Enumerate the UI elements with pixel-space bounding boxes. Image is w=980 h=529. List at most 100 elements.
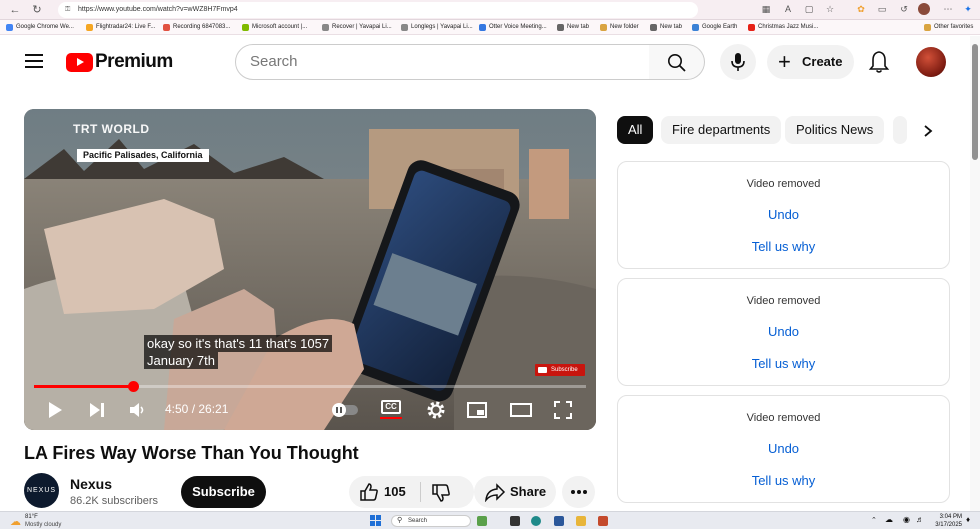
like-icon[interactable] [358, 481, 380, 503]
more-actions-button[interactable] [562, 476, 595, 508]
video-title: LA Fires Way Worse Than You Thought [24, 443, 359, 463]
search-input[interactable]: Search [235, 44, 650, 80]
lock-icon: ⚿ [65, 6, 71, 13]
channel-watermark: TRT WORLD [73, 122, 150, 136]
plus-icon: + [778, 49, 791, 74]
tell-us-why-link[interactable]: Tell us why [618, 356, 949, 371]
edge-browser-icon[interactable] [531, 516, 541, 526]
wifi-icon[interactable]: ◉ [903, 515, 910, 524]
autoplay-toggle-icon[interactable] [330, 399, 360, 421]
caption-line: January 7th [144, 352, 218, 369]
widget-plant-icon[interactable] [477, 516, 487, 526]
chips-next-button[interactable] [911, 118, 939, 142]
share-icon [485, 483, 506, 502]
theater-mode-icon[interactable] [509, 399, 533, 421]
settings-gear-icon[interactable] [425, 399, 447, 421]
removed-message: Video removed [746, 412, 821, 424]
caption-line: okay so it's that's 11 that's 1057 [144, 335, 333, 352]
profile-avatar[interactable] [918, 3, 930, 15]
play-icon[interactable] [46, 399, 64, 421]
menu-icon[interactable] [25, 54, 43, 68]
tell-us-why-link[interactable]: Tell us why [618, 239, 949, 254]
file-explorer-icon[interactable] [576, 516, 586, 526]
chip-fire-departments[interactable]: Fire departments [661, 116, 782, 144]
voice-search-button[interactable] [720, 44, 756, 80]
cc-button[interactable]: CC [380, 400, 403, 420]
dislike-icon[interactable] [430, 482, 452, 504]
back-icon[interactable]: ← [8, 3, 22, 17]
undo-link[interactable]: Undo [618, 441, 949, 456]
bookmark-item[interactable]: Google Chrome We... [6, 20, 74, 34]
bookmark-favicon [479, 24, 486, 31]
channel-avatar[interactable]: NEXUS [24, 473, 59, 508]
refresh-icon[interactable]: ↻ [30, 3, 44, 17]
video-player[interactable]: TRT WORLD Pacific Palisades, California … [24, 109, 596, 430]
youtube-play-icon [66, 52, 93, 72]
bookmark-folder-other[interactable]: Other favorites [924, 20, 973, 34]
speaker-icon[interactable]: ♬ [916, 515, 924, 524]
bookmark-item[interactable]: Google Earth [692, 20, 737, 34]
chip-politics-news[interactable]: Politics News [785, 116, 885, 144]
favorite-star-icon[interactable]: ☆ [824, 3, 836, 15]
scrollbar-thumb[interactable] [972, 44, 978, 160]
tab-action-icon[interactable]: ▢ [803, 3, 815, 15]
share-label: Share [510, 484, 547, 499]
account-avatar[interactable] [916, 47, 946, 77]
progress-bar[interactable] [34, 381, 586, 392]
bookmark-item[interactable]: Flightradar24: Live F... [86, 20, 155, 34]
weather-desc[interactable]: Mostly cloudy [25, 522, 61, 528]
bookmark-item[interactable]: New folder [600, 20, 639, 34]
extensions-icon[interactable]: ▦ [760, 3, 772, 15]
bookmark-favicon [650, 24, 657, 31]
clock-date[interactable]: 3/17/2025 [926, 522, 962, 528]
youtube-logo[interactable]: Premium [66, 51, 173, 73]
microphone-icon [731, 53, 745, 71]
create-button[interactable]: + Create [767, 45, 854, 79]
subscribe-badge[interactable]: Subscribe [535, 364, 585, 376]
chevron-up-icon[interactable]: ⌃ [871, 516, 877, 524]
snipping-tool-icon[interactable] [598, 516, 608, 526]
browser-toolbar: ← ↻ ⚿ https://www.youtube.com/watch?v=wW… [0, 0, 980, 20]
weather-temp[interactable]: 81°F [25, 514, 38, 520]
more-menu-icon[interactable]: ⋯ [942, 3, 954, 15]
volume-icon[interactable] [128, 399, 148, 421]
cloud-icon[interactable]: ☁ [885, 515, 893, 524]
bookmark-item[interactable]: Christmas Jazz Musi... [748, 20, 818, 34]
task-view-icon[interactable] [510, 516, 520, 526]
clock-time[interactable]: 3:04 PM [932, 514, 962, 520]
notifications-button[interactable] [868, 50, 890, 74]
windows-start-icon[interactable] [370, 515, 382, 527]
subscribe-button[interactable]: Subscribe [181, 476, 266, 508]
bookmark-item[interactable]: Recover | Yavapai Li... [322, 20, 392, 34]
read-aloud-icon[interactable]: A [782, 3, 794, 15]
extension-colorful-icon[interactable]: ✿ [855, 3, 867, 15]
calculator-icon[interactable] [554, 516, 564, 526]
channel-name[interactable]: Nexus [70, 476, 112, 492]
fullscreen-icon[interactable] [552, 399, 574, 421]
miniplayer-icon[interactable] [466, 399, 488, 421]
bookmark-item[interactable]: Longlegs | Yavapai Li... [401, 20, 473, 34]
bookmark-item[interactable]: Microsoft account |... [242, 20, 307, 34]
undo-link[interactable]: Undo [618, 207, 949, 222]
like-count[interactable]: 105 [384, 476, 406, 508]
next-icon[interactable] [87, 399, 107, 421]
bookmark-item[interactable]: Recording 6847083... [163, 20, 230, 34]
bookmark-item[interactable]: New tab [557, 20, 589, 34]
search-button[interactable] [649, 44, 705, 80]
notification-bell-icon[interactable]: ♦ [966, 515, 970, 524]
address-bar[interactable]: ⚿ https://www.youtube.com/watch?v=wWZ8H7… [58, 2, 698, 18]
copilot-icon[interactable]: ✦ [962, 3, 974, 15]
page-scrollbar[interactable] [970, 36, 980, 511]
history-icon[interactable]: ↺ [898, 3, 910, 15]
tell-us-why-link[interactable]: Tell us why [618, 473, 949, 488]
chip-all[interactable]: All [617, 116, 654, 144]
undo-link[interactable]: Undo [618, 324, 949, 339]
taskbar-search[interactable]: ⚲ Search [391, 515, 471, 527]
removed-message: Video removed [746, 295, 821, 307]
share-button[interactable]: Share [474, 476, 556, 508]
removed-video-card: Video removed Undo Tell us why [617, 395, 950, 503]
bookmark-item[interactable]: Otter Voice Meeting... [479, 20, 547, 34]
split-screen-icon[interactable]: ▭ [876, 3, 888, 15]
bookmark-item[interactable]: New tab [650, 20, 682, 34]
chip-partial[interactable] [893, 116, 907, 144]
